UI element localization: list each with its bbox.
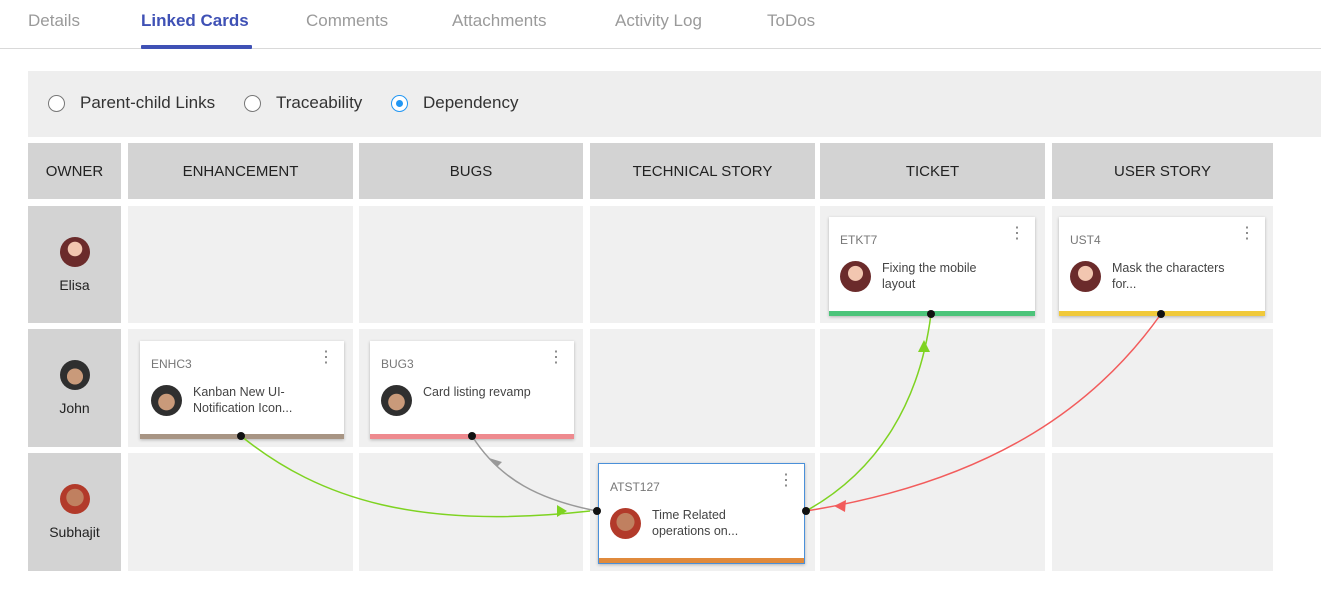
- link-enhc3-to-atst127: [240, 435, 591, 518]
- connector-dot: [237, 432, 245, 440]
- connector-dot: [802, 507, 810, 515]
- connector-dot: [468, 432, 476, 440]
- connector-dot: [593, 507, 601, 515]
- link-bug3-to-atst127: [471, 435, 598, 512]
- connector-dot: [927, 310, 935, 318]
- arrow-green-icon: [557, 505, 567, 517]
- arrow-red-icon: [834, 500, 846, 512]
- dependency-links: [237, 310, 1165, 518]
- connector-dot: [1157, 310, 1165, 318]
- link-ust4-to-atst127: [805, 313, 1162, 512]
- arrow-green-icon: [918, 340, 930, 352]
- link-atst127-to-etkt7: [805, 313, 932, 512]
- link-arrows: [489, 340, 930, 517]
